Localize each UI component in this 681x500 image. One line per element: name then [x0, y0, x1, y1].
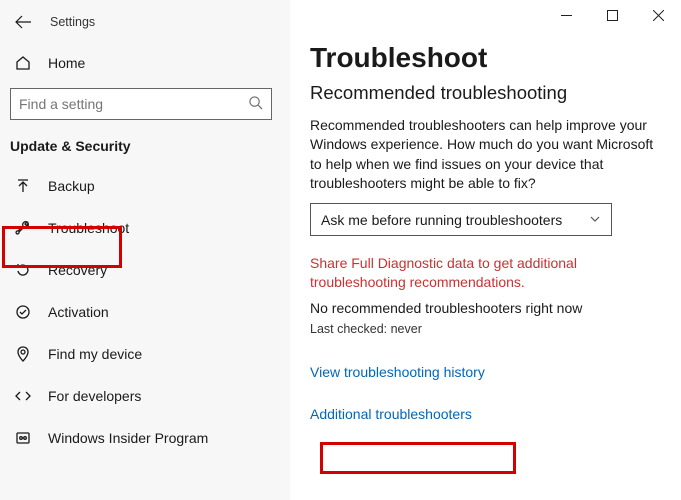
maximize-button[interactable]: [589, 0, 635, 30]
recovery-icon: [14, 262, 32, 278]
home-icon: [14, 55, 32, 71]
wrench-icon: [14, 220, 32, 236]
search-input[interactable]: [19, 96, 248, 112]
nav-label: For developers: [48, 388, 141, 404]
nav-find-device[interactable]: Find my device: [4, 334, 290, 374]
nav-activation[interactable]: Activation: [4, 292, 290, 332]
nav-label: Find my device: [48, 346, 142, 362]
troubleshoot-mode-dropdown[interactable]: Ask me before running troubleshooters: [310, 203, 612, 236]
location-icon: [14, 346, 32, 362]
section-title: Update & Security: [10, 138, 290, 154]
page-subtitle: Recommended troubleshooting: [310, 82, 663, 104]
description-text: Recommended troubleshooters can help imp…: [310, 116, 655, 193]
view-history-link[interactable]: View troubleshooting history: [310, 364, 485, 380]
nav-home[interactable]: Home: [4, 44, 290, 82]
nav-insider[interactable]: Windows Insider Program: [4, 418, 290, 458]
diagnostic-share-link[interactable]: Share Full Diagnostic data to get additi…: [310, 254, 658, 292]
status-text: No recommended troubleshooters right now: [310, 300, 663, 316]
chevron-down-icon: [589, 212, 601, 228]
nav-label: Recovery: [48, 262, 107, 278]
nav-label: Windows Insider Program: [48, 430, 208, 446]
minimize-button[interactable]: [543, 0, 589, 30]
insider-icon: [14, 430, 32, 446]
nav-label: Backup: [48, 178, 95, 194]
nav-troubleshoot[interactable]: Troubleshoot: [4, 208, 290, 248]
home-label: Home: [48, 55, 85, 71]
search-icon: [248, 95, 263, 113]
backup-icon: [14, 178, 32, 194]
page-title: Troubleshoot: [310, 42, 663, 74]
titlebar-controls: [543, 0, 681, 30]
app-title: Settings: [50, 15, 95, 29]
activation-icon: [14, 304, 32, 320]
close-button[interactable]: [635, 0, 681, 30]
back-button[interactable]: [14, 13, 32, 31]
nav-recovery[interactable]: Recovery: [4, 250, 290, 290]
nav-label: Activation: [48, 304, 109, 320]
nav-developers[interactable]: For developers: [4, 376, 290, 416]
additional-troubleshooters-link[interactable]: Additional troubleshooters: [310, 406, 472, 422]
code-icon: [14, 388, 32, 404]
last-checked-text: Last checked: never: [310, 322, 663, 336]
dropdown-value: Ask me before running troubleshooters: [321, 212, 562, 228]
nav-label: Troubleshoot: [48, 220, 129, 236]
nav-backup[interactable]: Backup: [4, 166, 290, 206]
search-box[interactable]: [10, 88, 272, 120]
